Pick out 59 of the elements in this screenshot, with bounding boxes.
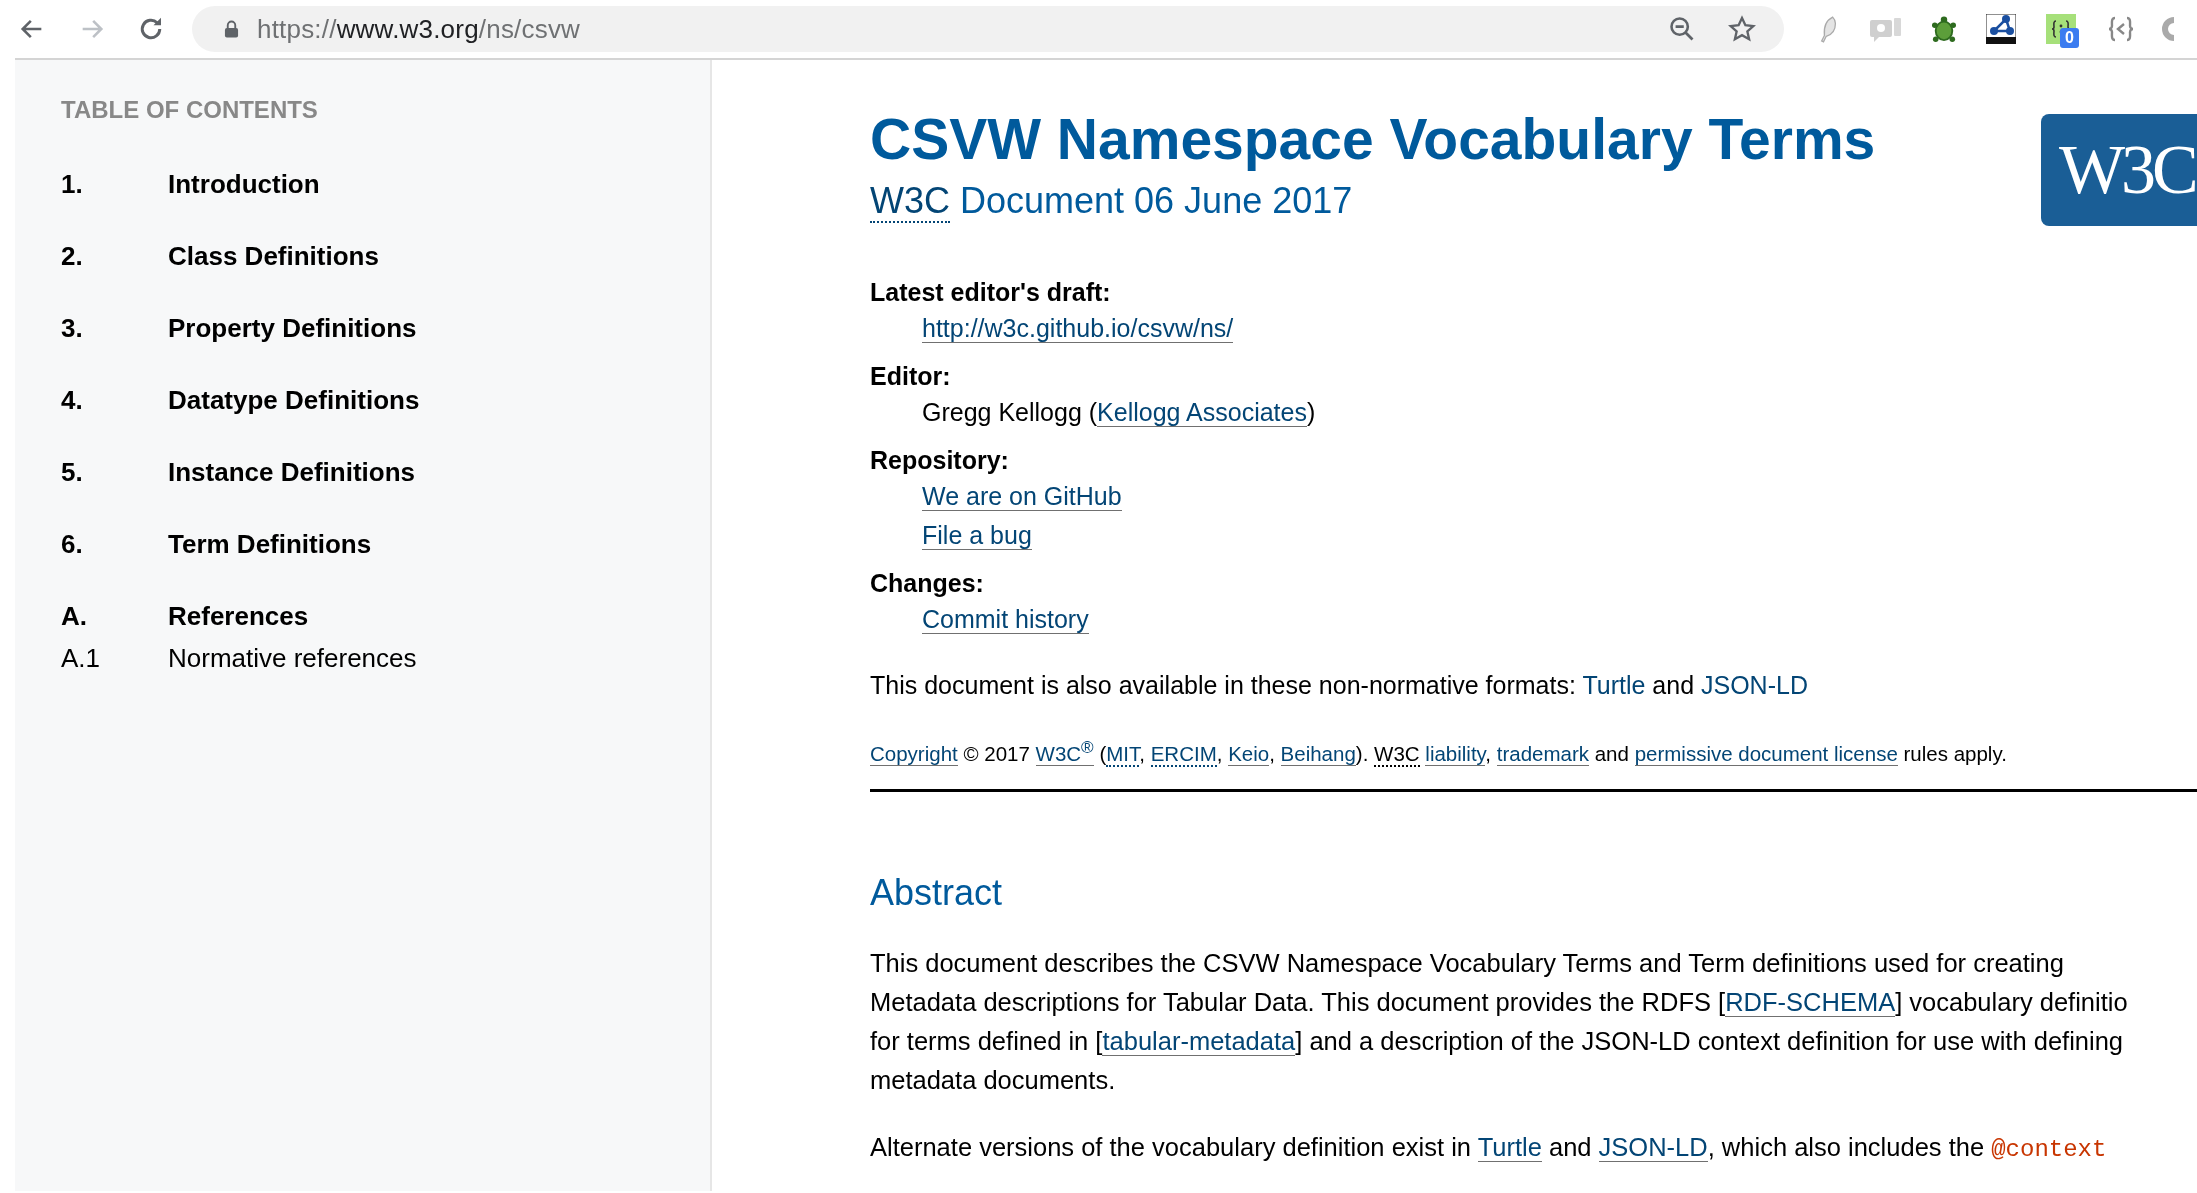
section-number: 6. <box>61 529 84 560</box>
section-number: 5. <box>61 457 84 488</box>
lock-icon <box>224 20 239 38</box>
link[interactable]: W3C$^{®}$ <box>1035 741 1094 766</box>
link[interactable]: JSON-LD <box>1598 1132 1708 1162</box>
toc-link[interactable]: Term Definitions <box>168 529 372 560</box>
link[interactable]: Turtle <box>1582 671 1646 699</box>
section-number: 3. <box>61 313 84 344</box>
link[interactable]: Kellogg Associates <box>1097 398 1307 427</box>
link[interactable]: W3C <box>870 180 950 224</box>
abstract-paragraph: Alternate versions of the vocabulary definition exist in Turtle and JSON-LD, which also includes the @context <box>870 1131 2108 1165</box>
url-text: https://www.w3.org/ns/csvw <box>257 13 581 45</box>
star-icon[interactable] <box>1728 15 1756 43</box>
link[interactable]: trademark <box>1496 741 1589 766</box>
zoom-out-icon[interactable] <box>1668 15 1696 43</box>
detail-label: Editor: <box>870 361 952 392</box>
network-icon[interactable] <box>1986 14 2016 44</box>
link[interactable]: File a bug <box>922 521 1032 550</box>
toc-link[interactable]: Normative references <box>168 643 417 674</box>
detail-value: Gregg Kellogg (Kellogg Associates) <box>922 397 1317 429</box>
link[interactable]: MIT <box>1106 741 1140 767</box>
section-number: 2. <box>61 241 84 272</box>
section-number: A. <box>61 601 88 632</box>
abstract-paragraph: This document describes the CSVW Namespace Vocabulary Terms and Term definitions used for creating Metadata descriptions for Tabular Data. This document provides the RDFS [RDF-SCHEMA] vocabulary definitio for terms defined in [tabular-metadata] and a description of the JSON-LD context definition for use with defining metadata documents. <box>870 947 2129 1096</box>
section-number: 4. <box>61 385 84 416</box>
detail-label: Changes: <box>870 568 985 599</box>
link[interactable]: Keio <box>1228 741 1270 766</box>
toc-link[interactable]: Introduction <box>168 169 320 200</box>
toc-link[interactable]: References <box>168 601 309 632</box>
link[interactable]: RDF-SCHEMA <box>1725 987 1896 1017</box>
section-heading: Abstract <box>870 871 1004 914</box>
link[interactable]: Turtle <box>1477 1132 1542 1162</box>
section-number: A.1 <box>61 643 102 674</box>
address-bar[interactable]: https://www.w3.org/ns/csvw <box>192 6 1784 52</box>
turtle-icon[interactable] <box>1932 15 1956 43</box>
link[interactable]: JSON-LD <box>1701 671 1808 699</box>
link[interactable]: tabular-metadata <box>1102 1026 1296 1056</box>
detail-label: Latest editor's draft: <box>870 277 1112 308</box>
count-badge: 0 <box>2060 28 2079 48</box>
toc-link[interactable]: Instance Definitions <box>168 457 416 488</box>
toc-heading: TABLE OF CONTENTS <box>61 96 319 124</box>
page-title: CSVW Namespace Vocabulary Terms <box>870 106 1876 173</box>
link[interactable]: ERCIM <box>1150 741 1217 767</box>
document-date: W3C Document 06 June 2017 <box>870 179 1354 223</box>
copyright-notice: Copyright © 2017 W3C$^{®}$ (MIT, ERCIM, Keio, Beihang). W3C liability, trademark and permissive document license rules apply. <box>870 737 2008 769</box>
link[interactable]: http://w3c.github.io/csvw/ns/ <box>922 314 1234 343</box>
toc-link[interactable]: Class Definitions <box>168 241 379 272</box>
link[interactable]: Copyright <box>870 741 958 766</box>
logo[interactable]: W3C <box>2041 114 2197 226</box>
section-number: 1. <box>61 169 84 200</box>
detail-label: Repository: <box>870 445 1010 476</box>
link[interactable]: Commit history <box>922 605 1089 634</box>
formats-note: This document is also available in these non-normative formats: Turtle and JSON-LD <box>870 670 1809 701</box>
link[interactable]: Beihang <box>1280 741 1356 766</box>
link[interactable]: liability <box>1425 741 1486 766</box>
link[interactable]: permissive document license <box>1634 741 1898 766</box>
toc-link[interactable]: Datatype Definitions <box>168 385 420 416</box>
toc-link[interactable]: Property Definitions <box>168 313 417 344</box>
link[interactable]: We are on GitHub <box>922 482 1122 511</box>
